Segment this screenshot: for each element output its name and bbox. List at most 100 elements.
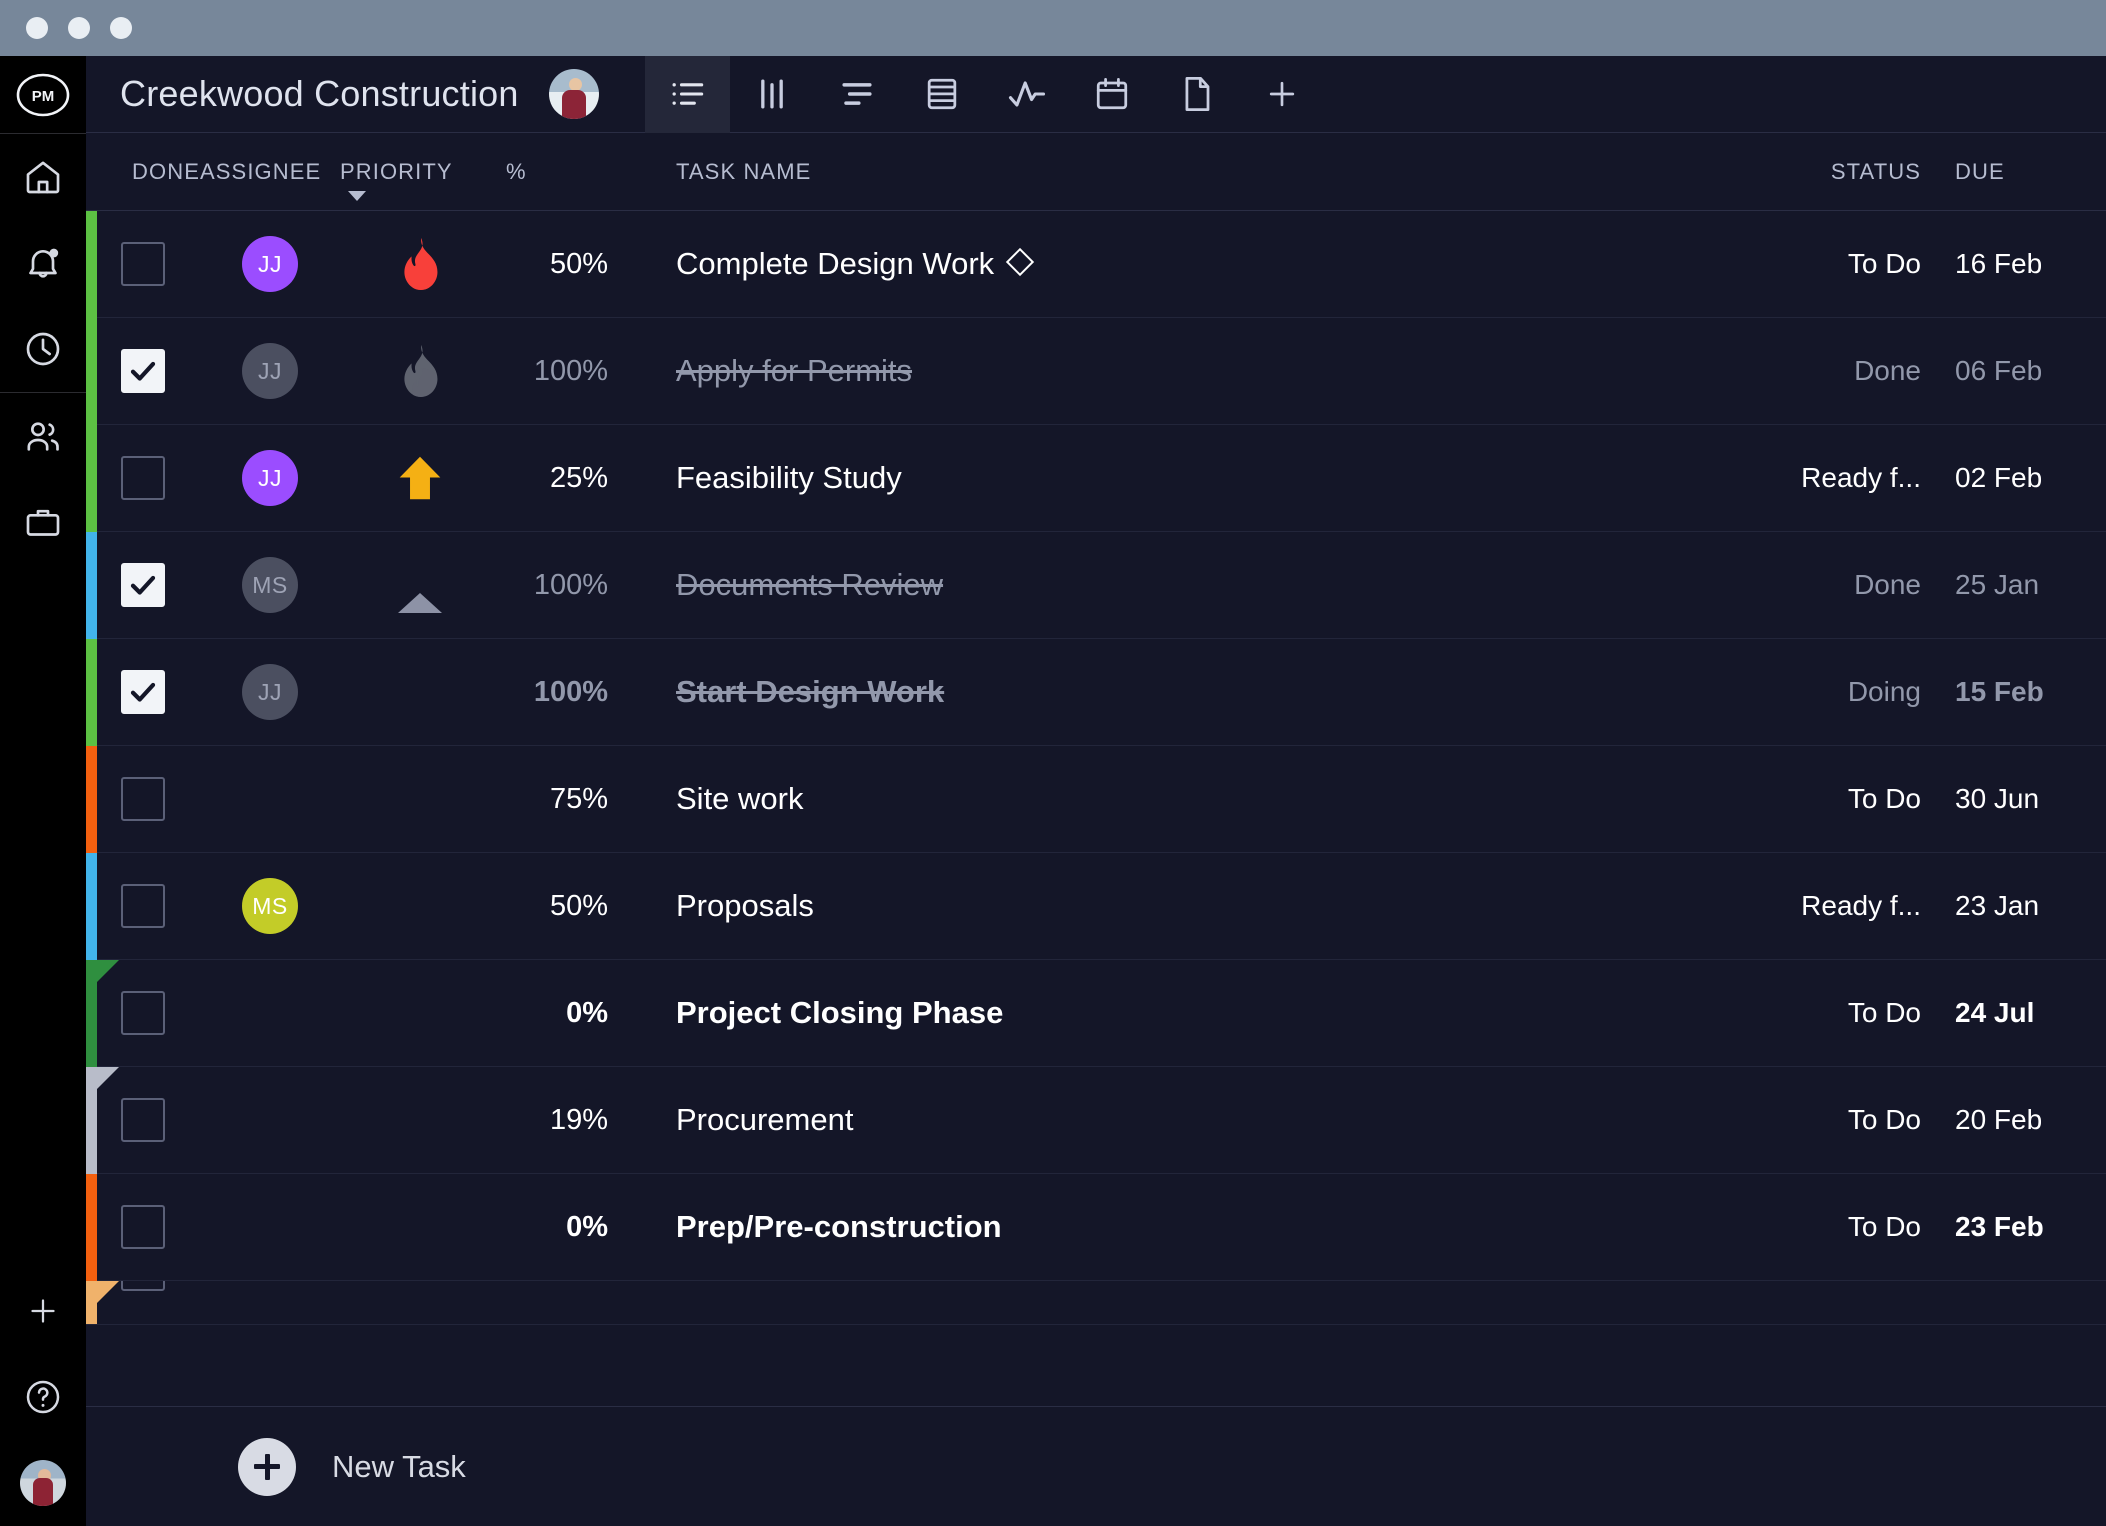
cell-percent[interactable]: 50% [500,248,628,281]
cell-priority[interactable] [340,576,500,613]
table-row[interactable]: MS 100% Documents Review Done 25 Jan [86,532,2106,639]
column-header-priority[interactable]: PRIORITY [340,159,500,201]
cell-status[interactable]: Done [1681,355,1921,387]
cell-due[interactable]: 16 Feb [1921,248,2106,280]
checkbox-checked[interactable] [121,563,165,607]
table-row[interactable]: 0% Prep/Pre-construction To Do 23 Feb [86,1174,2106,1281]
cell-assignee[interactable]: JJ [200,664,340,720]
cell-assignee[interactable]: JJ [200,450,340,506]
column-header-due[interactable]: DUE [1921,159,2106,185]
tab-pages-view[interactable] [1155,56,1240,133]
tab-list-view[interactable] [644,55,730,133]
checkbox-unchecked[interactable] [121,884,165,928]
sidebar-item-portfolio[interactable] [0,479,86,565]
checkbox-unchecked[interactable] [121,456,165,500]
cell-priority[interactable] [340,454,500,502]
checkbox-unchecked[interactable] [121,777,165,821]
cell-due[interactable]: 20 Feb [1921,1104,2106,1136]
cell-status[interactable]: Ready f... [1681,890,1921,922]
cell-status[interactable]: Doing [1681,676,1921,708]
cell-percent[interactable]: 75% [500,783,628,816]
tab-sheet-view[interactable] [900,56,985,133]
cell-due[interactable]: 23 Feb [1921,1211,2106,1243]
table-row[interactable]: JJ 50% Complete Design Work To Do 16 Feb [86,211,2106,318]
sidebar-item-home[interactable] [0,134,86,220]
cell-task-name[interactable]: Site work [628,781,1681,817]
checkbox-checked[interactable] [121,670,165,714]
table-row[interactable]: MS 50% Proposals Ready f... 23 Jan [86,853,2106,960]
cell-status[interactable]: To Do [1681,1104,1921,1136]
cell-percent[interactable]: 0% [500,997,628,1030]
tab-workload-view[interactable] [985,56,1070,133]
cell-task-name[interactable]: Prep/Pre-construction [628,1209,1681,1245]
cell-due[interactable]: 30 Jun [1921,783,2106,815]
tab-calendar-view[interactable] [1070,56,1155,133]
cell-percent[interactable]: 100% [500,676,628,709]
cell-due[interactable]: 24 Jul [1921,997,2106,1029]
cell-percent[interactable]: 25% [500,462,628,495]
checkbox-checked[interactable] [121,349,165,393]
sidebar-item-add[interactable] [0,1268,86,1354]
cell-status[interactable]: To Do [1681,997,1921,1029]
cell-assignee[interactable]: MS [200,878,340,934]
cell-assignee[interactable]: JJ [200,343,340,399]
cell-due[interactable]: 15 Feb [1921,676,2106,708]
table-row[interactable]: 0% Project Closing Phase To Do 24 Jul [86,960,2106,1067]
cell-due[interactable]: 25 Jan [1921,569,2106,601]
close-window-button[interactable] [26,17,48,39]
tab-gantt-view[interactable] [815,56,900,133]
cell-priority[interactable] [340,238,500,290]
cell-task-name[interactable]: Feasibility Study [628,460,1681,496]
cell-task-name[interactable]: Proposals [628,888,1681,924]
app-logo[interactable]: PM [0,56,86,133]
tab-add-view[interactable] [1240,56,1325,133]
table-row[interactable]: 75% Site work To Do 30 Jun [86,746,2106,853]
column-header-task-name[interactable]: TASK NAME [628,159,1681,185]
sidebar-item-account[interactable] [0,1440,86,1526]
checkbox-unchecked[interactable] [121,1281,165,1291]
tab-board-view[interactable] [730,56,815,133]
maximize-window-button[interactable] [110,17,132,39]
table-row[interactable]: JJ 100% Apply for Permits Done 06 Feb [86,318,2106,425]
table-row[interactable]: 0%Post ConstructionTo Do12 Jul [86,1281,2106,1325]
cell-task-name[interactable]: Complete Design Work [628,246,1681,282]
sidebar-item-people[interactable] [0,393,86,479]
cell-due[interactable]: 23 Jan [1921,890,2106,922]
cell-percent[interactable]: 100% [500,569,628,602]
cell-task-name[interactable]: Start Design Work [628,674,1681,710]
cell-percent[interactable]: 0% [500,1211,628,1244]
minimize-window-button[interactable] [68,17,90,39]
sidebar-item-timesheets[interactable] [0,306,86,392]
cell-task-name[interactable]: Post Construction [628,1281,1681,1283]
sidebar-item-notifications[interactable] [0,220,86,306]
table-row[interactable]: JJ 25% Feasibility Study Ready f... 02 Feb [86,425,2106,532]
cell-percent[interactable]: 50% [500,890,628,923]
cell-task-name[interactable]: Apply for Permits [628,353,1681,389]
sidebar-item-help[interactable] [0,1354,86,1440]
column-header-status[interactable]: STATUS [1681,159,1921,185]
cell-status[interactable]: To Do [1681,1211,1921,1243]
checkbox-unchecked[interactable] [121,1205,165,1249]
cell-task-name[interactable]: Project Closing Phase [628,995,1681,1031]
cell-task-name[interactable]: Procurement [628,1102,1681,1138]
cell-status[interactable]: Ready f... [1681,462,1921,494]
checkbox-unchecked[interactable] [121,991,165,1035]
cell-priority[interactable] [340,345,500,397]
checkbox-unchecked[interactable] [121,1098,165,1142]
cell-assignee[interactable]: MS [200,557,340,613]
cell-task-name[interactable]: Documents Review [628,567,1681,603]
cell-due[interactable]: 06 Feb [1921,355,2106,387]
column-header-done[interactable]: DONE [86,159,200,185]
cell-status[interactable]: To Do [1681,248,1921,280]
project-owner-avatar[interactable] [548,69,599,119]
checkbox-unchecked[interactable] [121,242,165,286]
cell-percent[interactable]: 100% [500,355,628,388]
column-header-percent[interactable]: % [500,159,628,185]
column-header-assignee[interactable]: ASSIGNEE [200,159,340,185]
cell-assignee[interactable]: JJ [200,236,340,292]
cell-status[interactable]: Done [1681,569,1921,601]
table-row[interactable]: JJ 100% Start Design Work Doing 15 Feb [86,639,2106,746]
new-task-bar[interactable]: New Task [86,1406,2106,1526]
table-row[interactable]: 19% Procurement To Do 20 Feb [86,1067,2106,1174]
cell-percent[interactable]: 19% [500,1104,628,1137]
